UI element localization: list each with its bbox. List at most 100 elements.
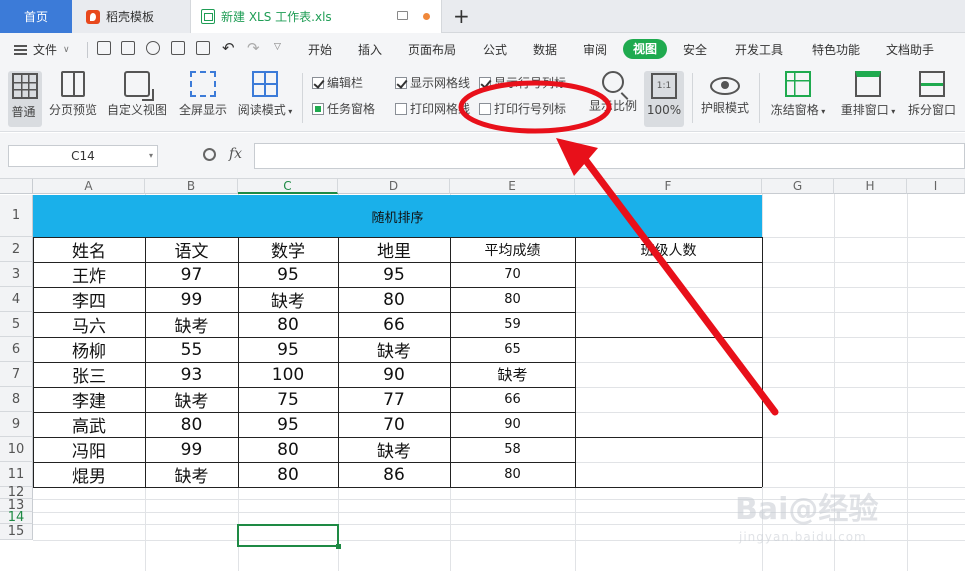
fullscreen-button[interactable]: 全屏显示 — [178, 71, 228, 118]
table-cell[interactable]: 80 — [238, 437, 338, 462]
table-header-cell[interactable]: 地里 — [338, 237, 450, 262]
column-header-e[interactable]: E — [450, 179, 575, 194]
table-cell[interactable]: 95 — [238, 412, 338, 437]
table-header-cell[interactable]: 姓名 — [33, 237, 145, 262]
row-header-6[interactable]: 6 — [0, 337, 33, 362]
table-cell[interactable]: 杨柳 — [33, 337, 145, 362]
table-cell[interactable]: 55 — [145, 337, 238, 362]
menu-view[interactable]: 视图 — [623, 39, 667, 59]
menu-start[interactable]: 开始 — [308, 41, 332, 58]
row-header-9[interactable]: 9 — [0, 412, 33, 437]
save-icon[interactable] — [121, 41, 135, 55]
table-cell[interactable]: 95 — [338, 262, 450, 287]
new-tab-button[interactable]: + — [453, 4, 470, 28]
table-cell[interactable]: 70 — [338, 412, 450, 437]
monitor-icon[interactable] — [397, 11, 408, 20]
table-cell[interactable]: 100 — [238, 362, 338, 387]
tab-document[interactable]: 新建 XLS 工作表.xls — [190, 0, 442, 33]
table-cell[interactable]: 张三 — [33, 362, 145, 387]
chevron-down-icon[interactable]: ▾ — [149, 146, 153, 166]
table-header-cell[interactable]: 平均成绩 — [450, 237, 575, 262]
zoom-100-button[interactable]: 1:1 100% — [644, 71, 684, 127]
eye-mode-button[interactable]: 护眼模式 — [699, 71, 751, 116]
column-header-i[interactable]: I — [907, 179, 965, 194]
table-cell[interactable]: 缺考 — [338, 437, 450, 462]
row-header-14[interactable]: 14 — [0, 510, 33, 525]
menu-page-layout[interactable]: 页面布局 — [408, 41, 456, 58]
table-cell[interactable]: 58 — [450, 437, 575, 462]
menu-special[interactable]: 特色功能 — [812, 41, 860, 58]
table-cell[interactable]: 80 — [450, 462, 575, 487]
column-header-f[interactable]: F — [575, 179, 762, 194]
row-header-7[interactable]: 7 — [0, 362, 33, 387]
show-headers-checkbox[interactable]: 显示行号列标 — [479, 74, 566, 91]
menu-file[interactable]: 文件 ∨ — [14, 41, 70, 58]
table-cell[interactable]: 80 — [238, 312, 338, 337]
column-header-d[interactable]: D — [338, 179, 450, 194]
name-box[interactable]: C14 ▾ — [8, 145, 158, 167]
table-cell[interactable]: 97 — [145, 262, 238, 287]
normal-view-button[interactable]: 普通 — [8, 71, 42, 127]
row-header-1[interactable]: 1 — [0, 195, 33, 237]
table-cell[interactable]: 99 — [145, 287, 238, 312]
row-header-5[interactable]: 5 — [0, 312, 33, 337]
table-cell[interactable]: 59 — [450, 312, 575, 337]
table-cell[interactable]: 80 — [338, 287, 450, 312]
tab-template[interactable]: 稻壳模板 — [72, 0, 190, 33]
table-cell[interactable]: 86 — [338, 462, 450, 487]
undo-icon[interactable]: ↶ — [222, 39, 235, 57]
magnifier-icon[interactable] — [203, 148, 216, 161]
fx-icon[interactable]: fx — [229, 146, 242, 162]
menu-developer[interactable]: 开发工具 — [735, 41, 783, 58]
table-cell[interactable]: 高武 — [33, 412, 145, 437]
row-header-11[interactable]: 11 — [0, 462, 33, 487]
table-cell[interactable]: 80 — [238, 462, 338, 487]
row-header-4[interactable]: 4 — [0, 287, 33, 312]
table-cell[interactable]: 80 — [450, 287, 575, 312]
column-header-h[interactable]: H — [834, 179, 907, 194]
table-cell[interactable]: 缺考 — [238, 287, 338, 312]
sheet-title-cell[interactable]: 随机排序 — [33, 195, 762, 237]
select-all-corner[interactable] — [0, 179, 33, 194]
table-header-cell[interactable]: 数学 — [238, 237, 338, 262]
menu-data[interactable]: 数据 — [533, 41, 557, 58]
custom-view-button[interactable]: 自定义视图 — [107, 71, 167, 118]
table-cell[interactable]: 90 — [338, 362, 450, 387]
table-cell[interactable]: 缺考 — [450, 362, 575, 387]
row-header-2[interactable]: 2 — [0, 237, 33, 262]
table-cell[interactable]: 75 — [238, 387, 338, 412]
column-header-c[interactable]: C — [238, 179, 338, 194]
table-cell[interactable]: 缺考 — [145, 462, 238, 487]
column-header-a[interactable]: A — [33, 179, 145, 194]
freeze-panes-button[interactable]: 冻结窗格 ▾ — [768, 71, 828, 118]
active-cell-cursor[interactable] — [237, 524, 341, 549]
table-cell[interactable]: 77 — [338, 387, 450, 412]
table-cell[interactable]: 90 — [450, 412, 575, 437]
row-header-3[interactable]: 3 — [0, 262, 33, 287]
menu-formula[interactable]: 公式 — [483, 41, 507, 58]
table-cell[interactable]: 65 — [450, 337, 575, 362]
menu-insert[interactable]: 插入 — [358, 41, 382, 58]
zoom-ratio-button[interactable]: 显示比例 — [588, 71, 638, 114]
rearrange-windows-button[interactable]: 重排窗口 ▾ — [838, 71, 898, 118]
table-cell[interactable]: 99 — [145, 437, 238, 462]
split-window-button[interactable]: 拆分窗口 — [906, 71, 958, 118]
unsaved-dot-icon[interactable] — [423, 13, 430, 20]
formula-bar-checkbox[interactable]: 编辑栏 — [312, 74, 363, 91]
row-header-15[interactable]: 15 — [0, 524, 33, 540]
column-header-b[interactable]: B — [145, 179, 238, 194]
page-preview-button[interactable]: 分页预览 — [48, 71, 98, 118]
table-cell[interactable]: 95 — [238, 262, 338, 287]
table-cell[interactable]: 缺考 — [338, 337, 450, 362]
table-cell[interactable]: 缺考 — [145, 312, 238, 337]
row-header-8[interactable]: 8 — [0, 387, 33, 412]
column-header-g[interactable]: G — [762, 179, 834, 194]
menu-review[interactable]: 审阅 — [583, 41, 607, 58]
open-folder-icon[interactable] — [97, 41, 111, 55]
tab-home[interactable]: 首页 — [0, 0, 72, 33]
table-cell[interactable]: 93 — [145, 362, 238, 387]
menu-security[interactable]: 安全 — [683, 41, 707, 58]
table-cell[interactable]: 李四 — [33, 287, 145, 312]
print-headers-checkbox[interactable]: 打印行号列标 — [479, 100, 566, 117]
menu-doc-assistant[interactable]: 文档助手 — [886, 41, 934, 58]
